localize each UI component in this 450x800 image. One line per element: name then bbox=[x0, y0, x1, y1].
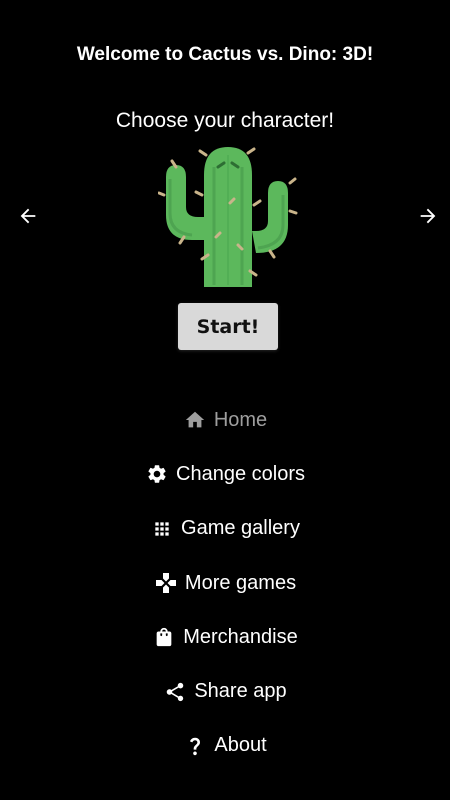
gear-icon bbox=[145, 462, 169, 486]
menu-item-label: Share app bbox=[194, 680, 287, 703]
menu-item-label: Home bbox=[213, 408, 268, 431]
grid-icon bbox=[150, 517, 174, 541]
menu-item-change-colors[interactable]: Change colors bbox=[0, 447, 450, 501]
shopping-bag-icon bbox=[152, 625, 176, 649]
next-character-arrow-icon[interactable] bbox=[412, 200, 444, 232]
menu-item-label: Game gallery bbox=[181, 517, 300, 540]
share-icon bbox=[163, 680, 187, 704]
menu-item-about[interactable]: About bbox=[0, 719, 450, 773]
menu-item-home[interactable]: Home bbox=[0, 393, 450, 447]
menu-item-label: About bbox=[214, 734, 267, 757]
cactus-character-image bbox=[157, 145, 298, 290]
home-icon bbox=[183, 408, 207, 432]
menu-item-label: Merchandise bbox=[183, 625, 298, 648]
menu-item-more-games[interactable]: More games bbox=[0, 556, 450, 610]
menu-item-share-app[interactable]: Share app bbox=[0, 664, 450, 718]
menu-item-label: More games bbox=[184, 571, 297, 594]
menu-item-game-gallery[interactable]: Game gallery bbox=[0, 502, 450, 556]
welcome-title: Welcome to Cactus vs. Dino: 3D! bbox=[76, 44, 374, 65]
gamepad-icon bbox=[154, 571, 178, 595]
previous-character-arrow-icon[interactable] bbox=[12, 200, 44, 232]
choose-character-label: Choose your character! bbox=[115, 109, 335, 132]
menu-item-label: Change colors bbox=[176, 462, 305, 485]
start-button[interactable]: Start! bbox=[178, 303, 278, 350]
main-menu: Home Change colors Game gallery More gam… bbox=[0, 393, 450, 773]
question-icon bbox=[183, 734, 207, 758]
menu-item-merchandise[interactable]: Merchandise bbox=[0, 610, 450, 664]
